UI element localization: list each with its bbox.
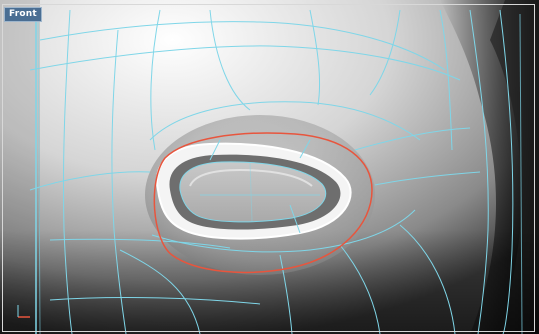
viewport-render[interactable] xyxy=(0,0,539,334)
front-viewport[interactable]: Front xyxy=(0,0,539,334)
shadow-region xyxy=(0,0,40,334)
viewport-label[interactable]: Front xyxy=(4,7,42,22)
